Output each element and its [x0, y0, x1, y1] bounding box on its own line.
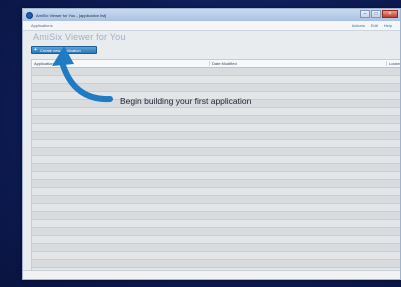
minimize-button[interactable]: –: [360, 10, 370, 18]
table-row[interactable]: [32, 156, 400, 164]
window-controls: – □ ×: [360, 10, 398, 18]
table-row[interactable]: [32, 76, 400, 84]
app-logo-icon: [26, 11, 33, 19]
table-row[interactable]: [32, 180, 400, 188]
menu-help[interactable]: Help: [384, 23, 392, 28]
table-row[interactable]: [32, 196, 400, 204]
table-row[interactable]: [32, 148, 400, 156]
column-date-modified[interactable]: Date Modified: [210, 61, 387, 66]
menu-bar: Applications Actions Edit Help: [23, 21, 400, 31]
table-row[interactable]: [32, 188, 400, 196]
title-bar[interactable]: AmiSix Viewer for You - [application lis…: [23, 9, 400, 21]
table-row[interactable]: [32, 116, 400, 124]
column-application-name[interactable]: Application name: [32, 61, 210, 66]
table-row[interactable]: [32, 84, 400, 92]
table-row[interactable]: [32, 108, 400, 116]
applications-table: Application name Date Modified Locked: [31, 59, 400, 271]
menu-actions[interactable]: Actions: [352, 23, 365, 28]
table-row[interactable]: [32, 252, 400, 260]
table-row[interactable]: [32, 220, 400, 228]
table-row[interactable]: [32, 212, 400, 220]
status-bar: [23, 270, 400, 279]
table-row[interactable]: [32, 204, 400, 212]
table-row[interactable]: [32, 140, 400, 148]
page-title: AmiSix Viewer for You: [33, 32, 126, 42]
app-window: AmiSix Viewer for You - [application lis…: [22, 8, 401, 280]
menu-links: Actions Edit Help: [352, 23, 392, 28]
window-title: AmiSix Viewer for You - [application lis…: [36, 12, 107, 18]
table-row[interactable]: [32, 260, 400, 268]
table-row[interactable]: [32, 236, 400, 244]
create-application-label: Create new application: [40, 47, 81, 53]
close-button[interactable]: ×: [382, 10, 398, 18]
menu-edit[interactable]: Edit: [371, 23, 378, 28]
table-header: Application name Date Modified Locked: [32, 60, 400, 68]
column-locked[interactable]: Locked: [387, 61, 400, 66]
plus-icon: +: [34, 47, 37, 53]
table-row[interactable]: [32, 164, 400, 172]
table-row[interactable]: [32, 244, 400, 252]
table-row[interactable]: [32, 132, 400, 140]
table-row[interactable]: [32, 68, 400, 76]
table-row[interactable]: [32, 124, 400, 132]
maximize-button[interactable]: □: [371, 10, 381, 18]
menu-applications[interactable]: Applications: [31, 23, 352, 28]
callout-text: Begin building your first application: [120, 96, 252, 106]
create-application-button[interactable]: + Create new application: [31, 46, 97, 54]
table-row[interactable]: [32, 228, 400, 236]
table-row[interactable]: [32, 172, 400, 180]
